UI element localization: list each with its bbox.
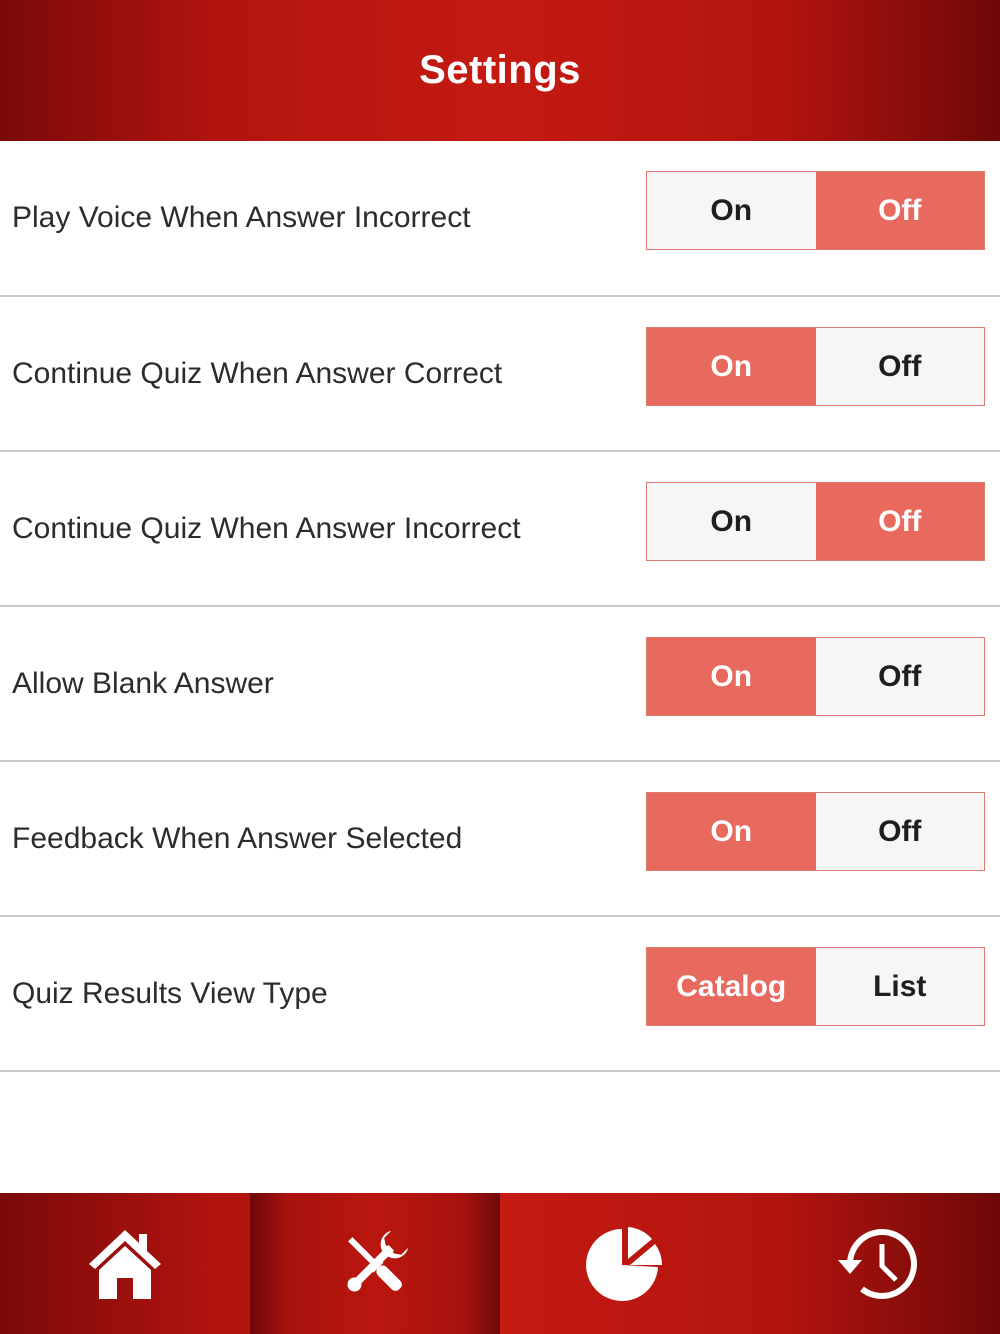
history-icon [838, 1228, 917, 1299]
segment-off-button[interactable]: Off [815, 483, 984, 560]
segment-on-button[interactable]: On [647, 638, 816, 715]
setting-row-continue-correct: Continue Quiz When Answer Correct On Off [0, 297, 1000, 452]
segment-on-button[interactable]: On [647, 793, 816, 870]
segment-off-button[interactable]: Off [815, 328, 984, 405]
pie-chart-icon [586, 1226, 662, 1301]
tab-history[interactable] [750, 1193, 1000, 1334]
segment-on-button[interactable]: On [647, 328, 816, 405]
segment-catalog-button[interactable]: Catalog [647, 948, 816, 1025]
segment-list-button[interactable]: List [815, 948, 984, 1025]
setting-label: Continue Quiz When Answer Incorrect [12, 511, 521, 545]
segmented-control: On Off [646, 637, 985, 716]
setting-label: Feedback When Answer Selected [12, 821, 463, 855]
segment-off-button[interactable]: Off [815, 172, 984, 249]
page-title: Settings [419, 48, 581, 92]
tab-home[interactable] [0, 1193, 250, 1334]
home-icon [89, 1229, 161, 1299]
segmented-control: On Off [646, 171, 985, 250]
segmented-control: On Off [646, 327, 985, 406]
segmented-control: On Off [646, 792, 985, 871]
segment-off-button[interactable]: Off [815, 638, 984, 715]
tab-bar [0, 1193, 1000, 1334]
setting-row-continue-incorrect: Continue Quiz When Answer Incorrect On O… [0, 452, 1000, 607]
setting-label: Play Voice When Answer Incorrect [12, 201, 471, 234]
segment-off-button[interactable]: Off [815, 793, 984, 870]
tab-statistics[interactable] [500, 1193, 750, 1334]
segment-on-button[interactable]: On [647, 172, 816, 249]
segmented-control: Catalog List [646, 947, 985, 1026]
setting-row-allow-blank: Allow Blank Answer On Off [0, 607, 1000, 762]
tab-settings[interactable] [250, 1193, 500, 1334]
navigation-bar: Settings [0, 0, 1000, 141]
segmented-control: On Off [646, 482, 985, 561]
setting-row-play-voice: Play Voice When Answer Incorrect On Off [0, 141, 1000, 297]
settings-list: Play Voice When Answer Incorrect On Off … [0, 141, 1000, 1072]
setting-label: Continue Quiz When Answer Correct [12, 356, 503, 390]
tools-icon [347, 1230, 409, 1292]
segment-on-button[interactable]: On [647, 483, 816, 560]
setting-label: Allow Blank Answer [12, 666, 274, 700]
setting-row-feedback: Feedback When Answer Selected On Off [0, 762, 1000, 917]
setting-row-results-view: Quiz Results View Type Catalog List [0, 917, 1000, 1072]
setting-label: Quiz Results View Type [12, 976, 328, 1010]
